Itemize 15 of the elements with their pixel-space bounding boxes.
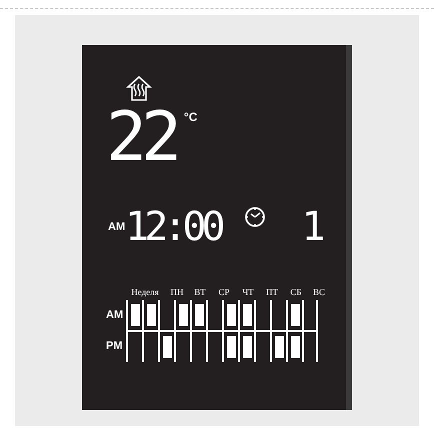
day-label: ВТ [193,286,207,299]
period-label: PM [106,339,124,354]
program-number: 1 [302,204,326,250]
day-label: ЧТ [241,286,255,299]
day-label: ПН [170,286,184,299]
day-label: Неделя [130,286,160,299]
period-label: AM [108,220,126,235]
day-label: ВС [312,286,326,299]
temperature-unit: °C [184,109,198,126]
time-reading: 12:00 [125,204,222,250]
period-label: AM [106,308,124,324]
temperature-reading: 22 [106,102,178,174]
day-label: СР [217,286,230,299]
day-label: ПТ [265,286,279,299]
day-label: СБ [289,286,303,299]
